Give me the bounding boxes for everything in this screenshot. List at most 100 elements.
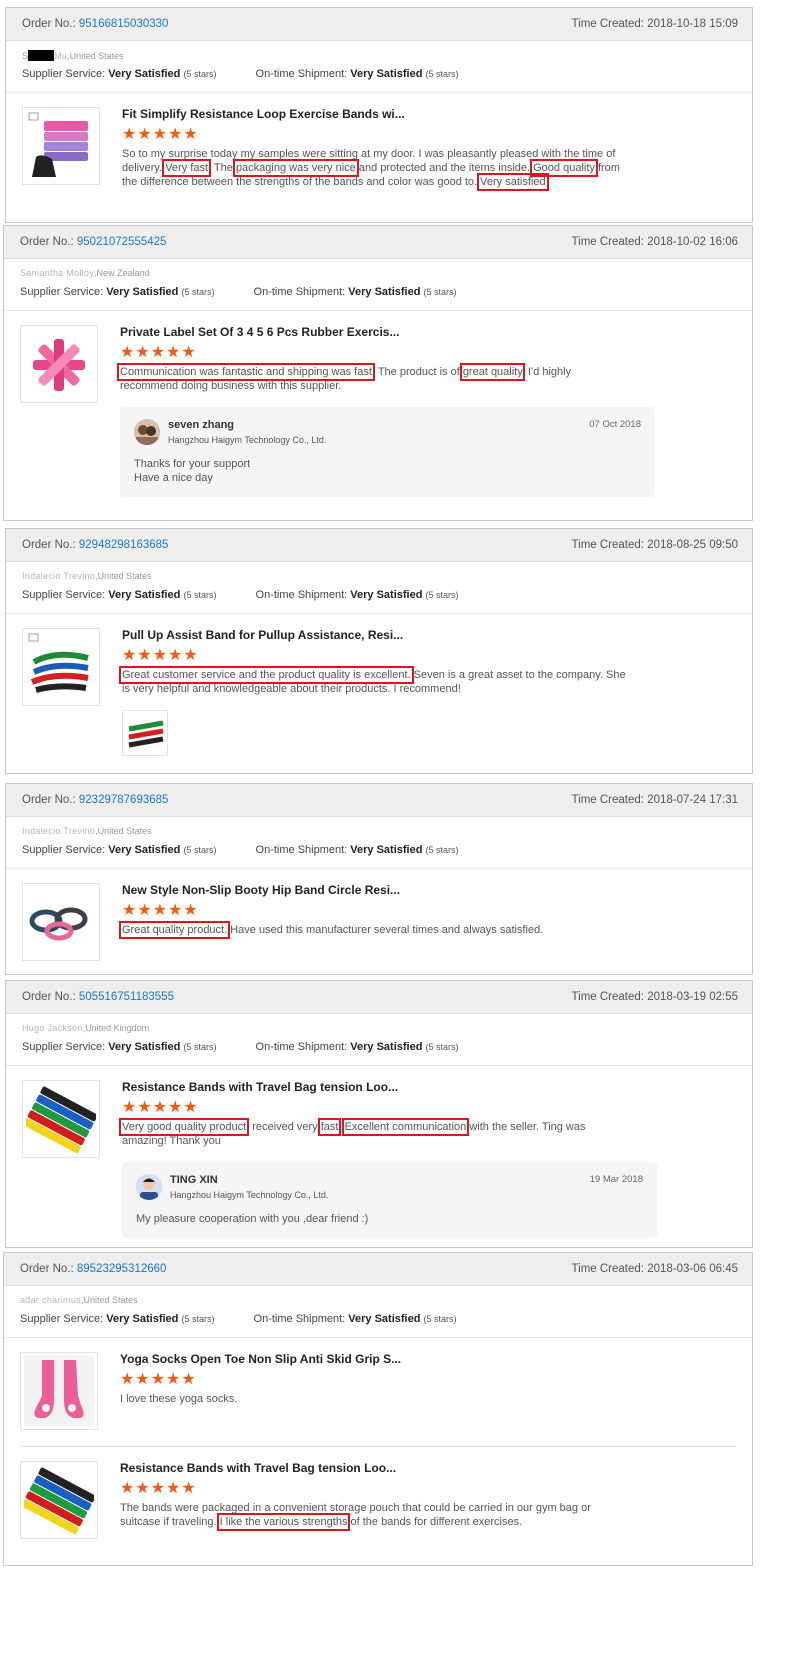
highlight-box: Good quality <box>530 159 598 177</box>
person-avatar-icon <box>136 1174 162 1200</box>
resistance-loop-bands-pink-purple-icon <box>28 112 88 177</box>
redaction-bar <box>28 50 55 61</box>
time-created: Time Created: 2018-10-02 16:06 <box>571 236 738 248</box>
highlight-box: I like the various strengths <box>216 1513 351 1531</box>
star-rating: ★★★★★ <box>120 1371 197 1388</box>
highlight-box: Great customer service and the product q… <box>119 666 414 684</box>
star-rating: ★★★★★ <box>122 902 199 919</box>
review-text: Great customer service and the product q… <box>119 666 626 695</box>
review-header: Order No.: 89523295312660 Time Created: … <box>4 1253 752 1286</box>
buyer-info: Indalecio Trevino,United States <box>22 826 152 836</box>
buyer-info: Indalecio Trevino,United States <box>22 571 152 581</box>
order-number-link[interactable]: 92329787693685 <box>79 794 169 806</box>
review-item: Private Label Set Of 3 4 5 6 Pcs Rubber … <box>4 311 752 507</box>
reply-date: 07 Oct 2018 <box>589 419 641 430</box>
review-header: Order No.: 95021072555425 Time Created: … <box>4 226 752 259</box>
product-thumbnail[interactable] <box>22 107 100 185</box>
product-title[interactable]: Resistance Bands with Travel Bag tension… <box>120 1461 736 1479</box>
star-rating: ★★★★★ <box>122 647 199 664</box>
order-number-link[interactable]: 92948298163685 <box>79 539 169 551</box>
highlight-box: Very satisfied <box>477 173 549 191</box>
star-rating: ★★★★★ <box>122 1099 199 1116</box>
product-thumbnail[interactable] <box>22 628 100 706</box>
product-title[interactable]: New Style Non-Slip Booty Hip Band Circle… <box>122 883 736 901</box>
highlight-box: great quality <box>459 363 525 381</box>
ratings-row: Supplier Service: Very Satisfied (5 star… <box>22 68 459 80</box>
ratings-row: Supplier Service: Very Satisfied (5 star… <box>20 1313 457 1325</box>
review-item: Yoga Socks Open Toe Non Slip Anti Skid G… <box>4 1338 752 1446</box>
reply-author: seven zhang <box>168 419 235 431</box>
ratings-row: Supplier Service: Very Satisfied (5 star… <box>22 844 459 856</box>
product-title[interactable]: Resistance Bands with Travel Bag tension… <box>122 1080 736 1098</box>
order-number: Order No.: 95166815030330 <box>22 18 169 30</box>
rubber-bands-pink-fan-icon <box>33 339 85 391</box>
product-thumbnail[interactable] <box>20 325 98 403</box>
star-rating: ★★★★★ <box>120 344 197 361</box>
reply-message: Thanks for your support Have a nice day <box>134 458 251 484</box>
order-number: Order No.: 95021072555425 <box>20 236 167 248</box>
product-thumbnail[interactable] <box>20 1461 98 1539</box>
resistance-bands-rainbow-icon <box>24 1467 94 1535</box>
order-number-link[interactable]: 89523295312660 <box>77 1263 167 1275</box>
product-title[interactable]: Private Label Set Of 3 4 5 6 Pcs Rubber … <box>120 325 736 343</box>
product-thumbnail[interactable] <box>22 883 100 961</box>
supplier-reply: seven zhang Hangzhou Haigym Technology C… <box>120 407 655 497</box>
product-thumbnail[interactable] <box>22 1080 100 1158</box>
order-number: Order No.: 505516751183555 <box>22 991 174 1003</box>
buyer-info: Samantha Molloy,New Zealand <box>20 268 150 278</box>
order-number-link[interactable]: 505516751183555 <box>79 991 174 1003</box>
review-card: Order No.: 95166815030330 Time Created: … <box>5 7 753 223</box>
review-text: So to my surprise today my samples were … <box>122 148 620 191</box>
review-text: Very good quality product, received very… <box>118 1118 586 1147</box>
reply-message: My pleasure cooperation with you ,dear f… <box>136 1213 369 1225</box>
product-title[interactable]: Yoga Socks Open Toe Non Slip Anti Skid G… <box>120 1352 736 1370</box>
buyer-info: adar charimus,United States <box>20 1295 138 1305</box>
review-photo[interactable] <box>122 710 168 756</box>
highlight-box: Communication was fantastic and shipping… <box>117 363 375 381</box>
review-text: I love these yoga socks. <box>120 1393 238 1405</box>
review-header: Order No.: 95166815030330 Time Created: … <box>6 8 752 41</box>
review-card: Order No.: 92948298163685 Time Created: … <box>5 528 753 774</box>
review-item: New Style Non-Slip Booty Hip Band Circle… <box>6 869 752 971</box>
reply-author: TING XIN <box>170 1174 218 1186</box>
review-item: Pull Up Assist Band for Pullup Assistanc… <box>6 614 752 766</box>
review-header: Order No.: 92329787693685 Time Created: … <box>6 784 752 817</box>
order-number: Order No.: 92948298163685 <box>22 539 169 551</box>
highlight-box: packaging was very nice <box>232 159 359 177</box>
hip-band-circles-icon <box>29 907 88 941</box>
review-header: Order No.: 505516751183555 Time Created:… <box>6 981 752 1014</box>
person-avatar-icon <box>134 419 160 445</box>
highlight-box: Excellent communication <box>341 1118 470 1136</box>
order-number-link[interactable]: 95166815030330 <box>79 18 169 30</box>
product-thumbnail[interactable] <box>20 1352 98 1430</box>
review-card: Order No.: 95021072555425 Time Created: … <box>3 225 753 521</box>
review-card: Order No.: 92329787693685 Time Created: … <box>5 783 753 975</box>
review-header: Order No.: 92948298163685 Time Created: … <box>6 529 752 562</box>
review-item: Fit Simplify Resistance Loop Exercise Ba… <box>6 93 752 199</box>
review-card: Order No.: 505516751183555 Time Created:… <box>5 980 753 1248</box>
avatar <box>134 419 160 445</box>
star-rating: ★★★★★ <box>120 1480 197 1497</box>
review-text: Communication was fantastic and shipping… <box>117 363 572 392</box>
bands-photo-icon <box>123 711 167 755</box>
supplier-reply: TING XIN Hangzhou Haigym Technology Co.,… <box>122 1162 657 1238</box>
review-item: Resistance Bands with Travel Bag tension… <box>6 1066 752 1247</box>
time-created: Time Created: 2018-08-25 09:50 <box>571 539 738 551</box>
review-card: Order No.: 89523295312660 Time Created: … <box>3 1252 753 1566</box>
product-title[interactable]: Pull Up Assist Band for Pullup Assistanc… <box>122 628 736 646</box>
star-rating: ★★★★★ <box>122 126 199 143</box>
time-created: Time Created: 2018-03-19 02:55 <box>571 991 738 1003</box>
review-item: Resistance Bands with Travel Bag tension… <box>4 1447 752 1549</box>
ratings-row: Supplier Service: Very Satisfied (5 star… <box>22 589 459 601</box>
ratings-row: Supplier Service: Very Satisfied (5 star… <box>20 286 457 298</box>
order-number: Order No.: 89523295312660 <box>20 1263 167 1275</box>
review-text: Great quality product. Have used this ma… <box>118 921 544 939</box>
time-created: Time Created: 2018-10-18 15:09 <box>571 18 738 30</box>
product-title[interactable]: Fit Simplify Resistance Loop Exercise Ba… <box>122 107 736 125</box>
pull-up-bands-multicolor-icon <box>28 633 89 693</box>
buyer-info: Hugo Jackson,United Kingdom <box>22 1023 150 1033</box>
order-number: Order No.: 92329787693685 <box>22 794 169 806</box>
highlight-box: Very good quality product <box>118 1118 250 1136</box>
time-created: Time Created: 2018-07-24 17:31 <box>571 794 738 806</box>
order-number-link[interactable]: 95021072555425 <box>77 236 167 248</box>
